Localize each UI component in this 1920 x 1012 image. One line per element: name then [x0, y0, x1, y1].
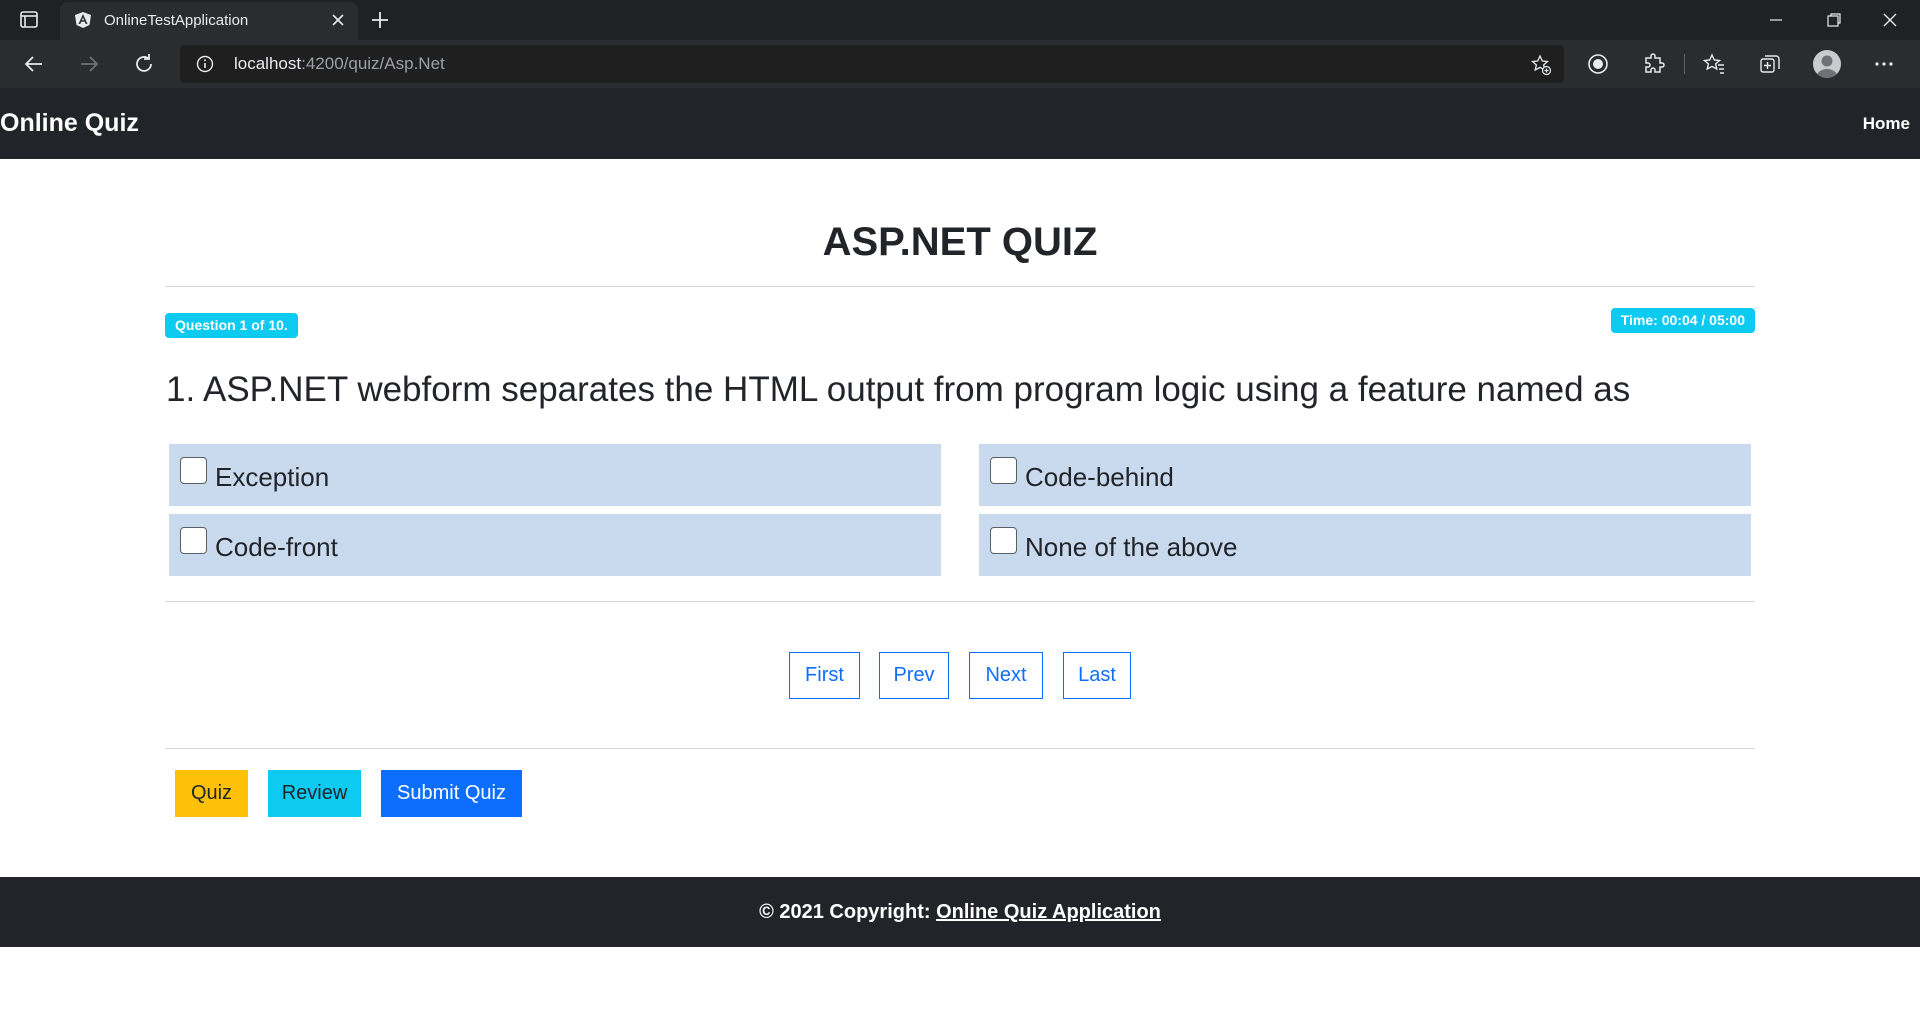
tab-actions-icon[interactable] [18, 10, 42, 30]
quiz-button[interactable]: Quiz [175, 770, 248, 817]
toolbar-separator [1684, 54, 1685, 74]
option-none-of-the-above[interactable]: None of the above [979, 514, 1751, 576]
browser-tab[interactable]: OnlineTestApplication [60, 2, 358, 40]
option-code-behind[interactable]: Code-behind [979, 444, 1751, 506]
collections-icon[interactable] [1758, 52, 1782, 76]
star-plus-icon[interactable] [1530, 54, 1552, 76]
nav-link-home[interactable]: Home [1863, 114, 1910, 134]
back-icon[interactable] [22, 52, 46, 76]
footer-copyright: © 2021 Copyright: Online Quiz Applicatio… [759, 901, 1161, 924]
first-button[interactable]: First [789, 652, 860, 699]
tab-title: OnlineTestApplication [104, 12, 249, 29]
question-counter-badge: Question 1 of 10. [165, 313, 298, 338]
quiz-title: ASP.NET QUIZ [822, 220, 1098, 264]
puzzle-icon[interactable] [1642, 52, 1666, 76]
option-label: None of the above [1025, 532, 1238, 562]
close-window-icon[interactable] [1878, 8, 1902, 32]
last-button[interactable]: Last [1063, 652, 1131, 699]
next-button[interactable]: Next [969, 652, 1043, 699]
option-checkbox[interactable] [180, 527, 207, 554]
divider [165, 601, 1755, 602]
navbar-brand[interactable]: Online Quiz [0, 109, 139, 138]
option-label: Exception [215, 462, 330, 492]
footer-app-link[interactable]: Online Quiz Application [936, 901, 1161, 923]
browser-tab-bar: OnlineTestApplication [0, 0, 1920, 40]
option-code-front[interactable]: Code-front [169, 514, 941, 576]
refresh-icon[interactable] [132, 52, 156, 76]
option-exception[interactable]: Exception [169, 444, 941, 506]
prev-button[interactable]: Prev [879, 652, 949, 699]
option-checkbox[interactable] [990, 457, 1017, 484]
close-tab-icon[interactable] [330, 12, 346, 28]
url-text: localhost:4200/quiz/Asp.Net [234, 54, 445, 74]
divider [165, 286, 1755, 287]
site-navbar: Online Quiz Home [0, 88, 1920, 159]
question-text: 1. ASP.NET webform separates the HTML ou… [166, 370, 1631, 409]
review-button[interactable]: Review [268, 770, 361, 817]
divider [165, 748, 1755, 749]
submit-quiz-button[interactable]: Submit Quiz [381, 770, 522, 817]
user-icon [1816, 55, 1838, 78]
option-label: Code-behind [1025, 462, 1174, 492]
new-tab-icon[interactable] [368, 8, 392, 32]
footer: © 2021 Copyright: Online Quiz Applicatio… [0, 877, 1920, 947]
info-icon[interactable] [196, 55, 214, 73]
timer-badge: Time: 00:04 / 05:00 [1610, 308, 1755, 333]
angular-icon [75, 12, 91, 28]
favorites-icon[interactable] [1702, 52, 1726, 76]
minimize-icon[interactable] [1764, 8, 1788, 32]
restore-icon[interactable] [1822, 8, 1846, 32]
address-field[interactable]: localhost:4200/quiz/Asp.Net [180, 45, 1564, 83]
option-label: Code-front [215, 532, 338, 562]
forward-icon[interactable] [77, 52, 101, 76]
url-host: localhost [234, 54, 302, 73]
record-icon[interactable] [1586, 52, 1610, 76]
copyright-text: © 2021 Copyright: [759, 901, 937, 923]
option-checkbox[interactable] [180, 457, 207, 484]
browser-address-bar: localhost:4200/quiz/Asp.Net [0, 40, 1920, 88]
more-icon[interactable] [1872, 52, 1896, 76]
url-path: :4200/quiz/Asp.Net [301, 54, 445, 73]
profile-avatar[interactable] [1813, 50, 1841, 78]
option-checkbox[interactable] [990, 527, 1017, 554]
